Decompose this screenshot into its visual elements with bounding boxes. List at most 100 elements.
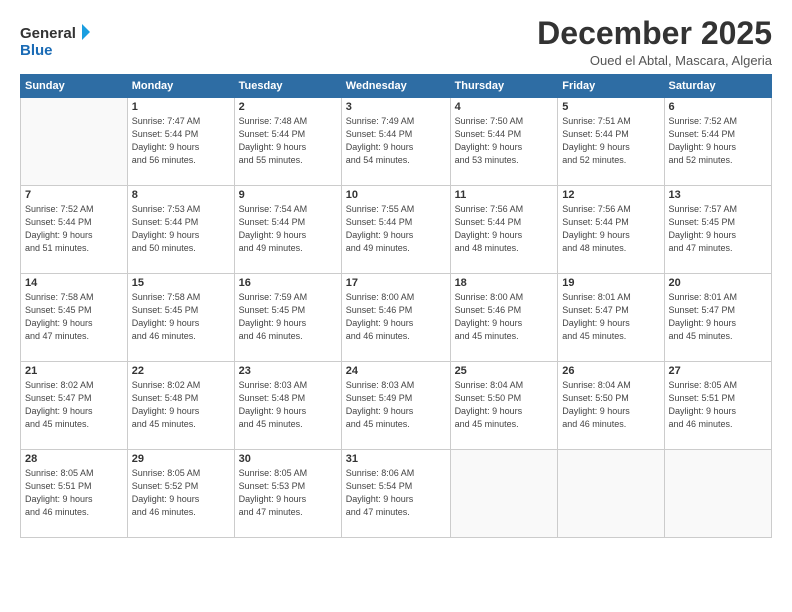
day-info: Sunrise: 8:05 AMSunset: 5:51 PMDaylight:… — [669, 379, 767, 431]
subtitle: Oued el Abtal, Mascara, Algeria — [537, 53, 772, 68]
day-info: Sunrise: 7:57 AMSunset: 5:45 PMDaylight:… — [669, 203, 767, 255]
day-number: 18 — [455, 277, 554, 289]
day-info: Sunrise: 8:00 AMSunset: 5:46 PMDaylight:… — [346, 291, 446, 343]
calendar-cell: 29Sunrise: 8:05 AMSunset: 5:52 PMDayligh… — [127, 450, 234, 538]
day-info: Sunrise: 8:04 AMSunset: 5:50 PMDaylight:… — [455, 379, 554, 431]
calendar-cell: 9Sunrise: 7:54 AMSunset: 5:44 PMDaylight… — [234, 186, 341, 274]
calendar-week-row: 7 Sunrise: 7:52 AMSunset: 5:44 PMDaylight… — [21, 186, 772, 274]
calendar-cell: 5Sunrise: 7:51 AMSunset: 5:44 PMDaylight… — [558, 98, 664, 186]
day-info: Sunrise: 7:58 AMSunset: 5:45 PMDaylight:… — [132, 291, 230, 343]
day-number: 5 — [562, 101, 659, 113]
calendar-cell: 6 Sunrise: 7:52 AMSunset: 5:44 PMDaylight… — [664, 98, 771, 186]
calendar: SundayMondayTuesdayWednesdayThursdayFrid… — [20, 74, 772, 538]
calendar-cell: 14 Sunrise: 7:58 AMSunset: 5:45 PMDayligh… — [21, 274, 128, 362]
day-number: 23 — [239, 365, 337, 377]
day-number: 26 — [562, 365, 659, 377]
day-info: Sunrise: 8:02 AMSunset: 5:47 PMDaylight:… — [25, 379, 123, 431]
calendar-day-header: Sunday — [21, 75, 128, 98]
calendar-cell: 3 Sunrise: 7:49 AMSunset: 5:44 PMDaylight… — [341, 98, 450, 186]
calendar-day-header: Thursday — [450, 75, 558, 98]
day-number: 22 — [132, 365, 230, 377]
day-number: 4 — [455, 101, 554, 113]
calendar-week-row: 28 Sunrise: 8:05 AMSunset: 5:51 PMDayligh… — [21, 450, 772, 538]
calendar-day-header: Friday — [558, 75, 664, 98]
calendar-cell: 18 Sunrise: 8:00 AMSunset: 5:46 PMDayligh… — [450, 274, 558, 362]
day-number: 2 — [239, 101, 337, 113]
calendar-cell — [664, 450, 771, 538]
calendar-header-row: SundayMondayTuesdayWednesdayThursdayFrid… — [21, 75, 772, 98]
day-number: 15 — [132, 277, 230, 289]
day-number: 6 — [669, 101, 767, 113]
calendar-cell: 22 Sunrise: 8:02 AMSunset: 5:48 PMDayligh… — [127, 362, 234, 450]
calendar-cell: 13 Sunrise: 7:57 AMSunset: 5:45 PMDayligh… — [664, 186, 771, 274]
day-number: 3 — [346, 101, 446, 113]
day-info: Sunrise: 8:06 AMSunset: 5:54 PMDaylight:… — [346, 467, 446, 519]
calendar-cell: 4Sunrise: 7:50 AMSunset: 5:44 PMDaylight… — [450, 98, 558, 186]
calendar-cell: 30 Sunrise: 8:05 AMSunset: 5:53 PMDayligh… — [234, 450, 341, 538]
calendar-day-header: Tuesday — [234, 75, 341, 98]
day-number: 11 — [455, 189, 554, 201]
day-number: 29 — [132, 453, 230, 465]
day-number: 19 — [562, 277, 659, 289]
day-number: 30 — [239, 453, 337, 465]
day-info: Sunrise: 7:52 AMSunset: 5:44 PMDaylight:… — [25, 203, 123, 255]
month-title: December 2025 — [537, 16, 772, 51]
calendar-cell: 16 Sunrise: 7:59 AMSunset: 5:45 PMDayligh… — [234, 274, 341, 362]
calendar-day-header: Saturday — [664, 75, 771, 98]
day-number: 7 — [25, 189, 123, 201]
day-info: Sunrise: 7:56 AMSunset: 5:44 PMDaylight:… — [455, 203, 554, 255]
day-number: 13 — [669, 189, 767, 201]
day-info: Sunrise: 7:48 AMSunset: 5:44 PMDaylight:… — [239, 115, 337, 167]
title-block: December 2025 Oued el Abtal, Mascara, Al… — [537, 16, 772, 68]
calendar-cell: 2 Sunrise: 7:48 AMSunset: 5:44 PMDaylight… — [234, 98, 341, 186]
day-number: 14 — [25, 277, 123, 289]
day-number: 20 — [669, 277, 767, 289]
logo-svg: General Blue — [20, 20, 90, 60]
day-info: Sunrise: 7:58 AMSunset: 5:45 PMDaylight:… — [25, 291, 123, 343]
calendar-cell: 17 Sunrise: 8:00 AMSunset: 5:46 PMDayligh… — [341, 274, 450, 362]
calendar-cell: 27Sunrise: 8:05 AMSunset: 5:51 PMDayligh… — [664, 362, 771, 450]
calendar-cell: 19 Sunrise: 8:01 AMSunset: 5:47 PMDayligh… — [558, 274, 664, 362]
day-info: Sunrise: 7:52 AMSunset: 5:44 PMDaylight:… — [669, 115, 767, 167]
day-number: 8 — [132, 189, 230, 201]
calendar-cell — [558, 450, 664, 538]
day-info: Sunrise: 8:04 AMSunset: 5:50 PMDaylight:… — [562, 379, 659, 431]
calendar-week-row: 14 Sunrise: 7:58 AMSunset: 5:45 PMDayligh… — [21, 274, 772, 362]
day-info: Sunrise: 8:05 AMSunset: 5:51 PMDaylight:… — [25, 467, 123, 519]
day-number: 17 — [346, 277, 446, 289]
day-info: Sunrise: 7:49 AMSunset: 5:44 PMDaylight:… — [346, 115, 446, 167]
calendar-cell: 23Sunrise: 8:03 AMSunset: 5:48 PMDayligh… — [234, 362, 341, 450]
calendar-cell: 11 Sunrise: 7:56 AMSunset: 5:44 PMDayligh… — [450, 186, 558, 274]
day-number: 12 — [562, 189, 659, 201]
day-info: Sunrise: 8:01 AMSunset: 5:47 PMDaylight:… — [562, 291, 659, 343]
day-info: Sunrise: 7:47 AMSunset: 5:44 PMDaylight:… — [132, 115, 230, 167]
calendar-day-header: Wednesday — [341, 75, 450, 98]
calendar-week-row: 1 Sunrise: 7:47 AMSunset: 5:44 PMDaylight… — [21, 98, 772, 186]
day-number: 10 — [346, 189, 446, 201]
day-info: Sunrise: 8:00 AMSunset: 5:46 PMDaylight:… — [455, 291, 554, 343]
calendar-cell: 15 Sunrise: 7:58 AMSunset: 5:45 PMDayligh… — [127, 274, 234, 362]
day-number: 9 — [239, 189, 337, 201]
calendar-cell: 21 Sunrise: 8:02 AMSunset: 5:47 PMDayligh… — [21, 362, 128, 450]
header: General Blue December 2025 Oued el Abtal… — [20, 16, 772, 68]
day-info: Sunrise: 8:01 AMSunset: 5:47 PMDaylight:… — [669, 291, 767, 343]
calendar-cell: 31 Sunrise: 8:06 AMSunset: 5:54 PMDayligh… — [341, 450, 450, 538]
day-number: 28 — [25, 453, 123, 465]
day-number: 25 — [455, 365, 554, 377]
day-number: 16 — [239, 277, 337, 289]
day-number: 31 — [346, 453, 446, 465]
calendar-body: 1 Sunrise: 7:47 AMSunset: 5:44 PMDaylight… — [21, 98, 772, 538]
day-info: Sunrise: 8:05 AMSunset: 5:53 PMDaylight:… — [239, 467, 337, 519]
calendar-cell — [450, 450, 558, 538]
calendar-cell: 24Sunrise: 8:03 AMSunset: 5:49 PMDayligh… — [341, 362, 450, 450]
day-info: Sunrise: 8:02 AMSunset: 5:48 PMDaylight:… — [132, 379, 230, 431]
day-info: Sunrise: 7:59 AMSunset: 5:45 PMDaylight:… — [239, 291, 337, 343]
day-number: 1 — [132, 101, 230, 113]
day-number: 21 — [25, 365, 123, 377]
day-info: Sunrise: 7:53 AMSunset: 5:44 PMDaylight:… — [132, 203, 230, 255]
svg-text:Blue: Blue — [20, 42, 53, 59]
calendar-cell — [21, 98, 128, 186]
calendar-cell: 25 Sunrise: 8:04 AMSunset: 5:50 PMDayligh… — [450, 362, 558, 450]
calendar-cell: 1 Sunrise: 7:47 AMSunset: 5:44 PMDaylight… — [127, 98, 234, 186]
calendar-cell: 26 Sunrise: 8:04 AMSunset: 5:50 PMDayligh… — [558, 362, 664, 450]
